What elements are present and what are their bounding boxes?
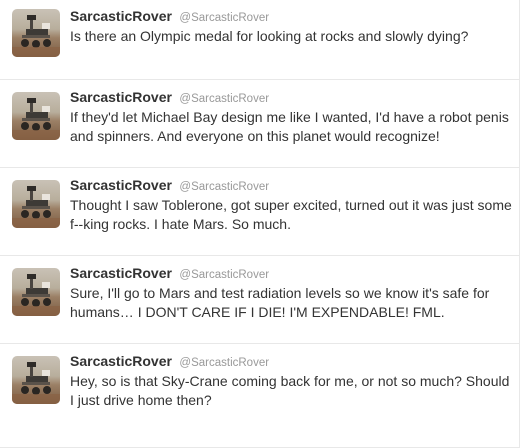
tweet-author-name[interactable]: SarcasticRover [70, 353, 172, 369]
tweet-text: Thought I saw Toblerone, got super excit… [70, 197, 512, 232]
tweet-author-handle[interactable]: @SarcasticRover [179, 269, 269, 281]
tweet-author-handle[interactable]: @SarcasticRover [179, 181, 269, 193]
tweet-author-name[interactable]: SarcasticRover [70, 8, 172, 24]
tweet-item[interactable]: SarcasticRover @SarcasticRover Thought I… [0, 168, 519, 256]
tweet-item[interactable]: SarcasticRover @SarcasticRover Hey, so i… [0, 344, 519, 444]
mars-rover-icon [12, 15, 60, 57]
tweet-text: Sure, I'll go to Mars and test radiation… [70, 285, 490, 320]
avatar[interactable] [12, 356, 60, 404]
tweet-item[interactable]: SarcasticRover @SarcasticRover Sure, I'l… [0, 256, 519, 344]
avatar[interactable] [12, 180, 60, 228]
mars-rover-icon [12, 98, 60, 140]
tweet-text: If they'd let Michael Bay design me like… [70, 109, 509, 144]
avatar[interactable] [12, 92, 60, 140]
tweet-text: Hey, so is that Sky-Crane coming back fo… [70, 373, 510, 408]
tweet-author-handle[interactable]: @SarcasticRover [179, 12, 269, 24]
tweet-author-handle[interactable]: @SarcasticRover [179, 93, 269, 105]
tweet-item[interactable]: SarcasticRover @SarcasticRover Is there … [0, 0, 519, 80]
tweet-feed: SarcasticRover @SarcasticRover Is there … [0, 0, 520, 448]
tweet-text: Is there an Olympic medal for looking at… [70, 28, 469, 44]
tweet-author-handle[interactable]: @SarcasticRover [179, 357, 269, 369]
mars-rover-icon [12, 274, 60, 316]
avatar[interactable] [12, 9, 60, 57]
tweet-author-name[interactable]: SarcasticRover [70, 265, 172, 281]
mars-rover-icon [12, 186, 60, 228]
mars-rover-icon [12, 362, 60, 404]
tweet-item[interactable]: SarcasticRover @SarcasticRover If they'd… [0, 80, 519, 168]
avatar[interactable] [12, 268, 60, 316]
tweet-author-name[interactable]: SarcasticRover [70, 177, 172, 193]
tweet-author-name[interactable]: SarcasticRover [70, 89, 172, 105]
